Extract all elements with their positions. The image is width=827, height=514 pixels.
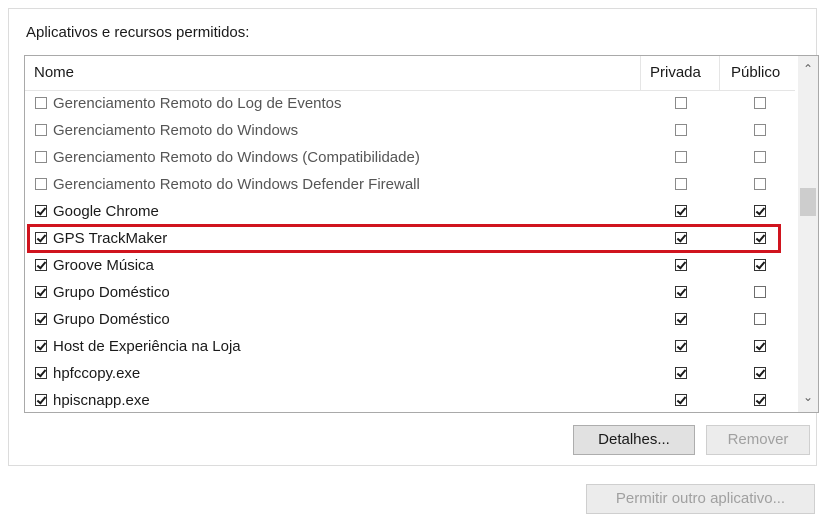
list-item[interactable]: Gerenciamento Remoto do Windows (Compati…	[25, 144, 795, 171]
list-item[interactable]: Gerenciamento Remoto do Windows	[25, 117, 795, 144]
public-network-checkbox[interactable]	[754, 205, 766, 217]
app-enabled-checkbox[interactable]	[35, 205, 47, 217]
private-network-checkbox[interactable]	[675, 178, 687, 190]
private-network-checkbox[interactable]	[675, 367, 687, 379]
private-network-checkbox[interactable]	[675, 232, 687, 244]
private-network-checkbox[interactable]	[675, 394, 687, 406]
list-item[interactable]: Groove Música	[25, 252, 795, 279]
app-enabled-checkbox[interactable]	[35, 286, 47, 298]
app-name: Host de Experiência na Loja	[53, 338, 241, 355]
column-header-name[interactable]: Nome	[34, 64, 74, 81]
public-network-checkbox[interactable]	[754, 232, 766, 244]
public-network-checkbox[interactable]	[754, 178, 766, 190]
app-enabled-checkbox[interactable]	[35, 367, 47, 379]
app-enabled-checkbox[interactable]	[35, 232, 47, 244]
app-enabled-checkbox[interactable]	[35, 259, 47, 271]
public-network-checkbox[interactable]	[754, 124, 766, 136]
private-network-checkbox[interactable]	[675, 286, 687, 298]
public-network-checkbox[interactable]	[754, 313, 766, 325]
app-name: Google Chrome	[53, 203, 159, 220]
column-header-private[interactable]: Privada	[650, 64, 701, 81]
app-name: Gerenciamento Remoto do Log de Eventos	[53, 95, 342, 112]
vertical-scrollbar[interactable]: ⌃ ⌄	[798, 56, 818, 412]
list-item[interactable]: GPS TrackMaker	[25, 225, 795, 252]
list-item[interactable]: hpfccopy.exe	[25, 360, 795, 387]
list-item[interactable]: Grupo Doméstico	[25, 279, 795, 306]
details-button[interactable]: Detalhes...	[573, 425, 695, 455]
scroll-down-icon[interactable]: ⌄	[798, 388, 818, 406]
app-enabled-checkbox[interactable]	[35, 340, 47, 352]
private-network-checkbox[interactable]	[675, 151, 687, 163]
list-item[interactable]: Gerenciamento Remoto do Windows Defender…	[25, 171, 795, 198]
app-name: Gerenciamento Remoto do Windows Defender…	[53, 176, 420, 193]
column-header-public[interactable]: Público	[731, 64, 780, 81]
public-network-checkbox[interactable]	[754, 340, 766, 352]
app-enabled-checkbox[interactable]	[35, 124, 47, 136]
app-enabled-checkbox[interactable]	[35, 97, 47, 109]
list-item[interactable]: Host de Experiência na Loja	[25, 333, 795, 360]
public-network-checkbox[interactable]	[754, 394, 766, 406]
app-enabled-checkbox[interactable]	[35, 178, 47, 190]
list-item[interactable]: Grupo Doméstico	[25, 306, 795, 333]
list-header: Nome Privada Público	[25, 56, 795, 91]
scroll-up-icon[interactable]: ⌃	[798, 60, 818, 78]
app-name: hpiscnapp.exe	[53, 392, 150, 409]
private-network-checkbox[interactable]	[675, 97, 687, 109]
remove-button[interactable]: Remover	[706, 425, 810, 455]
column-separator	[719, 56, 720, 90]
allowed-apps-list[interactable]: Nome Privada Público Gerenciamento Remot…	[24, 55, 819, 413]
private-network-checkbox[interactable]	[675, 124, 687, 136]
list-item[interactable]: hpiscnapp.exe	[25, 387, 795, 412]
private-network-checkbox[interactable]	[675, 259, 687, 271]
column-separator	[640, 56, 641, 90]
list-rows: Gerenciamento Remoto do Log de Eventos Ge…	[25, 90, 795, 412]
public-network-checkbox[interactable]	[754, 97, 766, 109]
allow-other-app-button[interactable]: Permitir outro aplicativo...	[586, 484, 815, 514]
public-network-checkbox[interactable]	[754, 367, 766, 379]
app-name: GPS TrackMaker	[53, 230, 168, 247]
public-network-checkbox[interactable]	[754, 286, 766, 298]
private-network-checkbox[interactable]	[675, 313, 687, 325]
app-enabled-checkbox[interactable]	[35, 151, 47, 163]
public-network-checkbox[interactable]	[754, 151, 766, 163]
app-name: Gerenciamento Remoto do Windows (Compati…	[53, 149, 420, 166]
app-name: Grupo Doméstico	[53, 311, 170, 328]
app-enabled-checkbox[interactable]	[35, 394, 47, 406]
private-network-checkbox[interactable]	[675, 340, 687, 352]
app-name: hpfccopy.exe	[53, 365, 141, 382]
list-item[interactable]: Gerenciamento Remoto do Log de Eventos	[25, 90, 795, 117]
app-name: Groove Música	[53, 257, 154, 274]
private-network-checkbox[interactable]	[675, 205, 687, 217]
public-network-checkbox[interactable]	[754, 259, 766, 271]
app-enabled-checkbox[interactable]	[35, 313, 47, 325]
group-title: Aplicativos e recursos permitidos:	[26, 24, 250, 41]
app-name: Grupo Doméstico	[53, 284, 170, 301]
list-item[interactable]: Google Chrome	[25, 198, 795, 225]
app-name: Gerenciamento Remoto do Windows	[53, 122, 299, 139]
scrollbar-thumb[interactable]	[800, 188, 816, 216]
